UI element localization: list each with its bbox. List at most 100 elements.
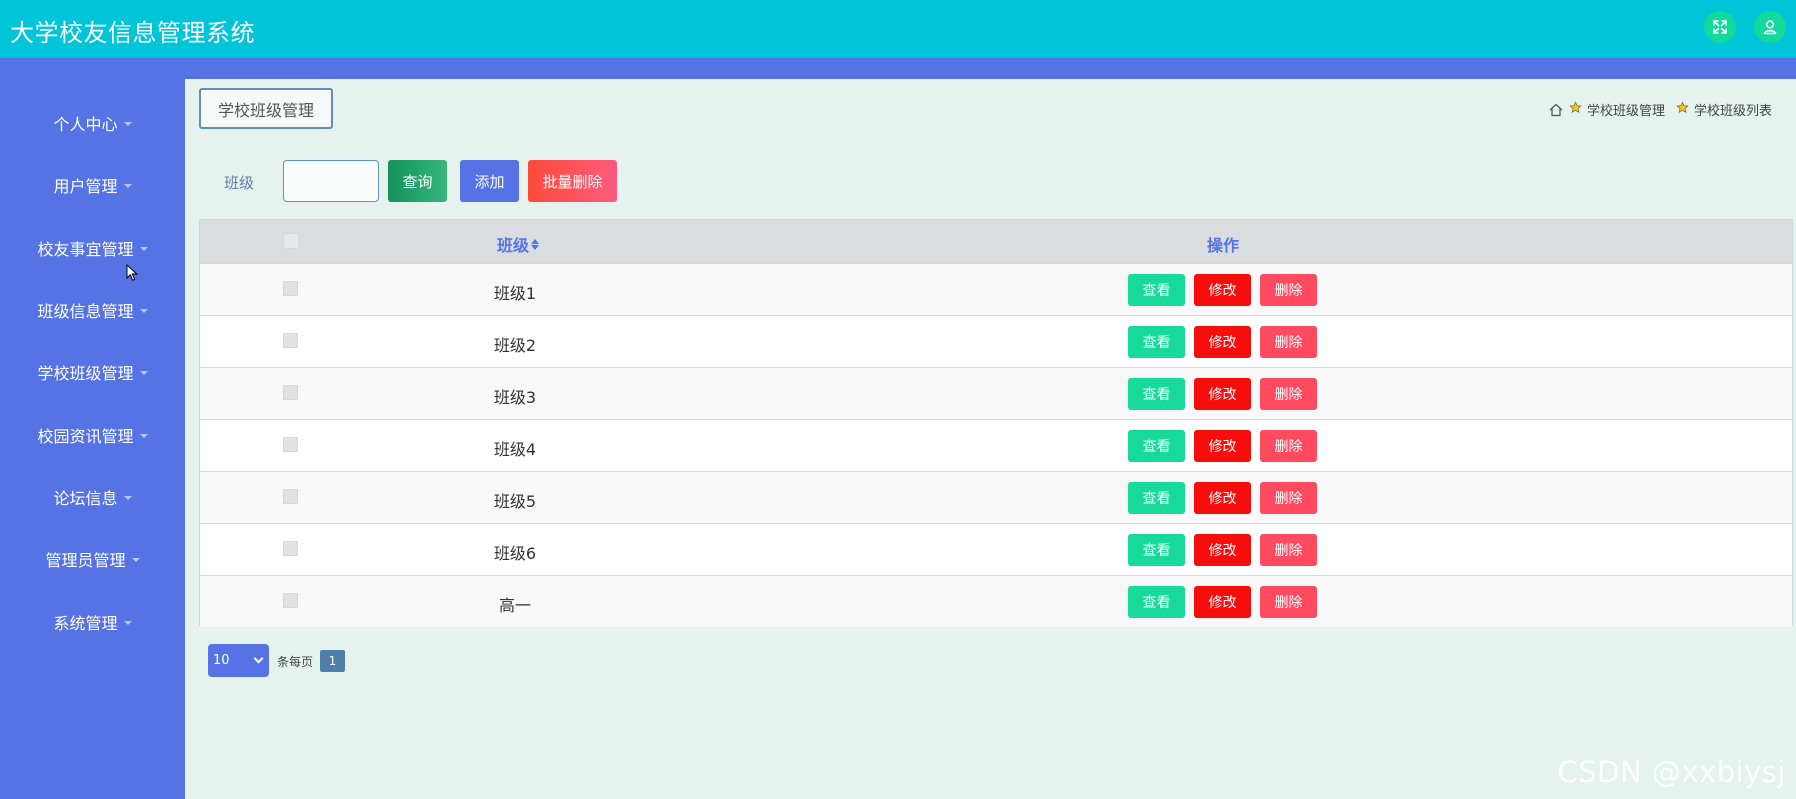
- sidebar-item-campus-news[interactable]: 校园资讯管理: [0, 415, 185, 455]
- query-button[interactable]: 查询: [388, 160, 447, 202]
- view-button[interactable]: 查看: [1128, 482, 1185, 514]
- cell-class: 班级2: [493, 336, 537, 355]
- caret-down-icon: [139, 371, 148, 375]
- fullscreen-button[interactable]: [1704, 11, 1736, 43]
- cell-class: 班级3: [493, 388, 537, 407]
- table-row: 班级6 查看 修改 删除: [200, 523, 1792, 575]
- view-button[interactable]: 查看: [1128, 430, 1185, 462]
- edit-button[interactable]: 修改: [1194, 586, 1251, 618]
- caret-down-icon: [123, 184, 132, 188]
- sidebar-item-alumni-affairs[interactable]: 校友事宜管理: [0, 228, 185, 268]
- sidebar-item-personal-center[interactable]: 个人中心: [0, 103, 185, 143]
- caret-down-icon: [123, 122, 132, 126]
- table-row: 班级1 查看 修改 删除: [200, 263, 1792, 315]
- watermark: CSDN @xxbiysj: [1557, 755, 1786, 789]
- caret-down-icon: [139, 309, 148, 313]
- row-checkbox[interactable]: [283, 541, 298, 556]
- sidebar-item-user-management[interactable]: 用户管理: [0, 165, 185, 205]
- column-header-actions: 操作: [1207, 236, 1240, 255]
- sidebar-item-forum[interactable]: 论坛信息: [0, 477, 185, 517]
- page-number-button[interactable]: 1: [320, 650, 345, 672]
- select-all-checkbox[interactable]: [283, 233, 299, 249]
- column-header-label: 班级: [497, 236, 530, 255]
- delete-button[interactable]: 删除: [1260, 482, 1317, 514]
- table-row: 班级3 查看 修改 删除: [200, 367, 1792, 419]
- caret-down-icon: [131, 558, 140, 562]
- header-stripe: [0, 58, 1796, 79]
- star-icon: [1569, 101, 1582, 118]
- sort-icon[interactable]: [531, 238, 540, 250]
- sidebar-item-label: 论坛信息: [53, 489, 118, 508]
- row-checkbox[interactable]: [283, 385, 298, 400]
- edit-button[interactable]: 修改: [1194, 378, 1251, 410]
- search-label: 班级: [224, 174, 255, 192]
- sidebar: 个人中心 用户管理 校友事宜管理 班级信息管理 学校班级管理 校园资讯管理 论坛…: [0, 79, 185, 799]
- view-button[interactable]: 查看: [1128, 326, 1185, 358]
- table-header: 班级 操作: [200, 220, 1792, 263]
- page-size-select[interactable]: 10: [208, 644, 269, 677]
- delete-button[interactable]: 删除: [1260, 378, 1317, 410]
- user-icon: [1763, 20, 1777, 35]
- row-checkbox[interactable]: [283, 281, 298, 296]
- sidebar-item-label: 学校班级管理: [37, 364, 134, 383]
- view-button[interactable]: 查看: [1128, 586, 1185, 618]
- view-button[interactable]: 查看: [1128, 274, 1185, 306]
- expand-icon: [1713, 20, 1727, 34]
- edit-button[interactable]: 修改: [1194, 430, 1251, 462]
- mouse-cursor-icon: [126, 264, 138, 281]
- row-checkbox[interactable]: [283, 333, 298, 348]
- view-button[interactable]: 查看: [1128, 378, 1185, 410]
- batch-delete-button[interactable]: 批量删除: [528, 160, 617, 202]
- sidebar-item-label: 系统管理: [53, 614, 118, 633]
- edit-button[interactable]: 修改: [1194, 534, 1251, 566]
- sidebar-item-class-info[interactable]: 班级信息管理: [0, 290, 185, 330]
- page-size-value: 10: [213, 653, 230, 668]
- class-table: 班级 操作 班级1 查看 修改 删除 班级2 查看 修改 删除 班级3 查看 修…: [199, 219, 1793, 627]
- per-page-label: 条每页: [277, 655, 314, 669]
- delete-button[interactable]: 删除: [1260, 430, 1317, 462]
- caret-down-icon: [123, 496, 132, 500]
- sidebar-item-label: 校园资讯管理: [37, 427, 134, 446]
- table-row: 高一 查看 修改 删除: [200, 575, 1792, 627]
- star-icon: [1676, 101, 1689, 118]
- cell-class: 高一: [498, 596, 531, 615]
- sidebar-item-label: 校友事宜管理: [37, 240, 134, 259]
- column-header-class[interactable]: 班级: [497, 232, 540, 256]
- row-checkbox[interactable]: [283, 489, 298, 504]
- delete-button[interactable]: 删除: [1260, 274, 1317, 306]
- app-title: 大学校友信息管理系统: [10, 19, 255, 47]
- sidebar-item-label: 用户管理: [53, 177, 118, 196]
- caret-down-icon: [123, 621, 132, 625]
- caret-down-icon: [139, 434, 148, 438]
- breadcrumb-item[interactable]: 学校班级管理: [1587, 100, 1665, 119]
- edit-button[interactable]: 修改: [1194, 326, 1251, 358]
- delete-button[interactable]: 删除: [1260, 534, 1317, 566]
- edit-button[interactable]: 修改: [1194, 482, 1251, 514]
- class-search-input[interactable]: [283, 160, 379, 202]
- cell-class: 班级6: [493, 544, 537, 563]
- add-button[interactable]: 添加: [460, 160, 519, 202]
- table-row: 班级5 查看 修改 删除: [200, 471, 1792, 523]
- row-checkbox[interactable]: [283, 437, 298, 452]
- page-title: 学校班级管理: [199, 88, 333, 129]
- sidebar-item-school-class[interactable]: 学校班级管理: [0, 352, 185, 392]
- breadcrumb-item: 学校班级列表: [1693, 104, 1772, 119]
- cell-class: 班级1: [493, 284, 537, 303]
- delete-button[interactable]: 删除: [1260, 586, 1317, 618]
- delete-button[interactable]: 删除: [1260, 326, 1317, 358]
- breadcrumb: 学校班级管理 学校班级列表: [1548, 100, 1778, 119]
- table-row: 班级4 查看 修改 删除: [200, 419, 1792, 471]
- row-checkbox[interactable]: [283, 593, 298, 608]
- sidebar-item-admin-management[interactable]: 管理员管理: [0, 539, 185, 579]
- chevron-down-icon: [253, 653, 264, 664]
- home-icon[interactable]: [1548, 102, 1564, 118]
- cell-class: 班级5: [493, 492, 537, 511]
- cell-class: 班级4: [493, 440, 537, 459]
- edit-button[interactable]: 修改: [1194, 274, 1251, 306]
- table-row: 班级2 查看 修改 删除: [200, 315, 1792, 367]
- caret-down-icon: [139, 247, 148, 251]
- view-button[interactable]: 查看: [1128, 534, 1185, 566]
- sidebar-item-system-management[interactable]: 系统管理: [0, 602, 185, 642]
- sidebar-item-label: 管理员管理: [45, 551, 126, 570]
- user-button[interactable]: [1754, 11, 1786, 43]
